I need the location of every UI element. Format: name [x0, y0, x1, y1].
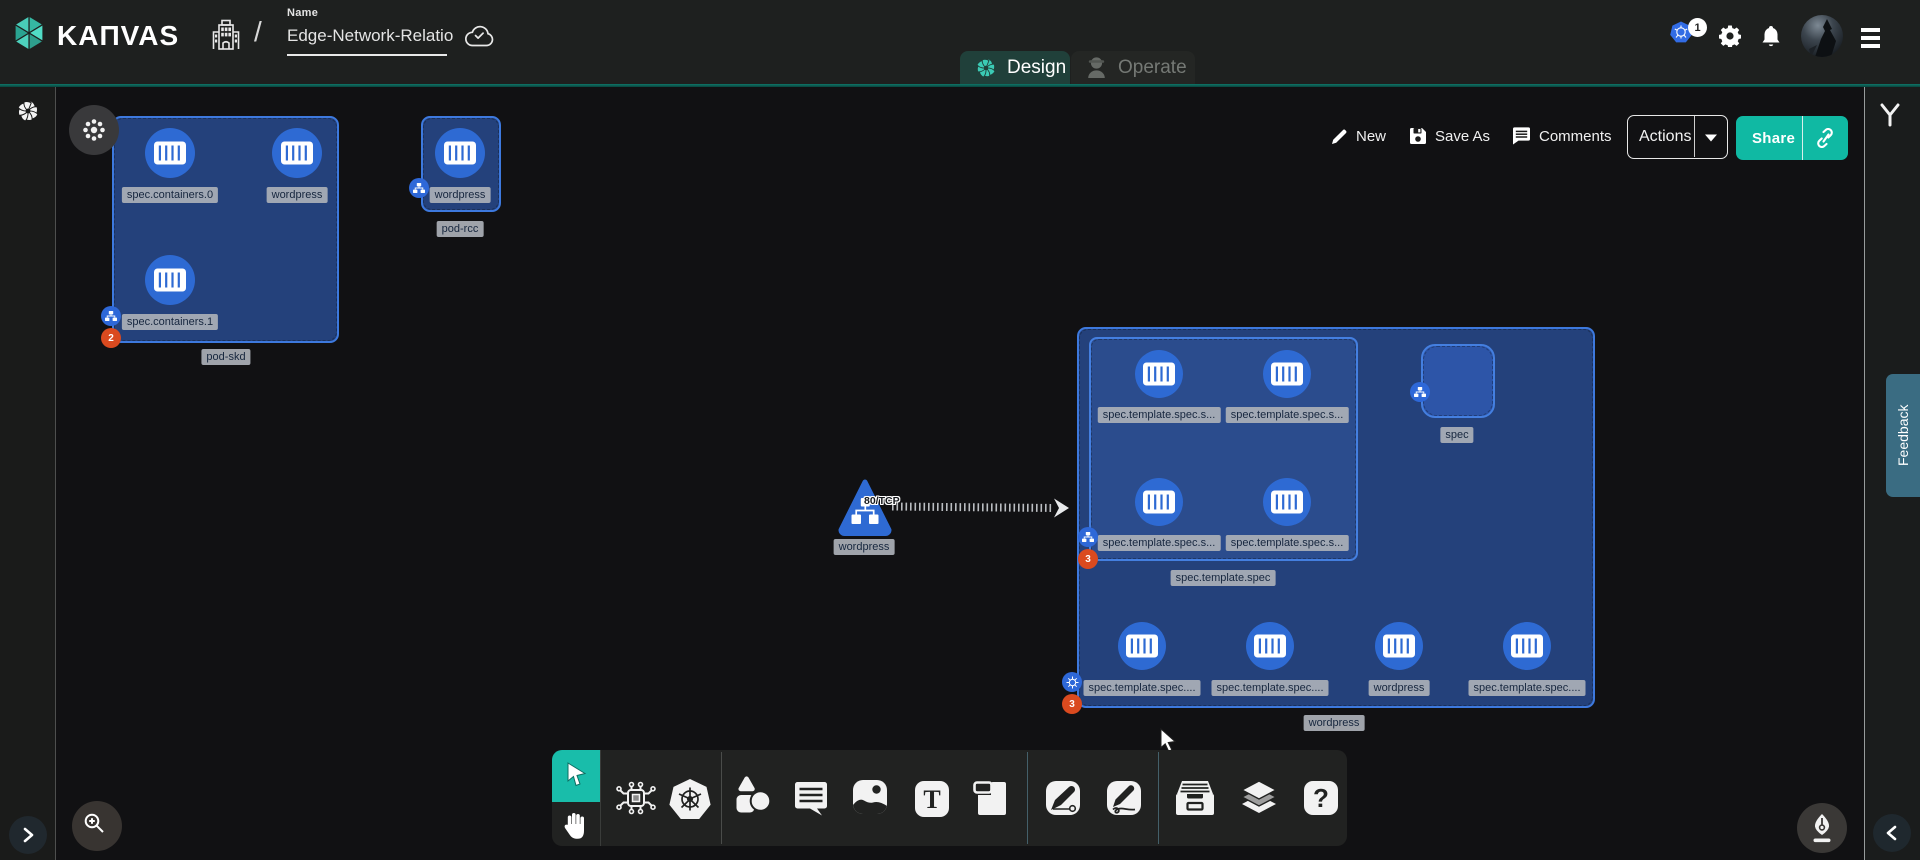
svg-text:?: ?: [1313, 783, 1329, 813]
svg-text:T: T: [923, 785, 940, 814]
